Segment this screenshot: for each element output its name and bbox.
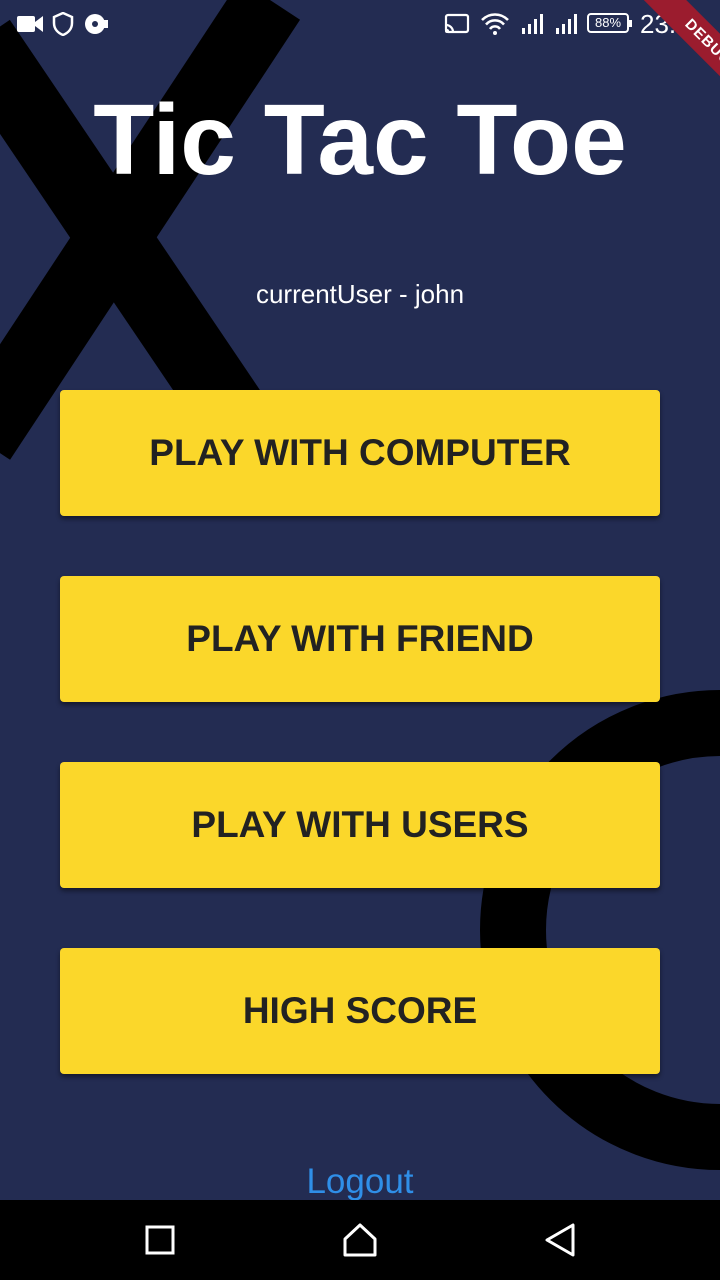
- back-triangle-icon[interactable]: [540, 1220, 580, 1260]
- page-title: Tic Tac Toe: [93, 84, 627, 196]
- high-score-button[interactable]: HIGH SCORE: [60, 948, 660, 1074]
- battery-icon: 88%: [587, 13, 632, 33]
- navigation-bar: [0, 1200, 720, 1280]
- play-with-computer-button[interactable]: PLAY WITH COMPUTER: [60, 390, 660, 516]
- recents-square-icon[interactable]: [140, 1220, 180, 1260]
- shield-icon: [52, 12, 74, 36]
- wifi-icon: [481, 13, 509, 35]
- cast-icon: [444, 13, 470, 34]
- status-bar: 88% 23:19: [0, 0, 720, 48]
- signal-icon: [522, 14, 543, 34]
- home-icon[interactable]: [340, 1220, 380, 1260]
- media-disc-icon: [85, 14, 108, 34]
- play-with-users-button[interactable]: PLAY WITH USERS: [60, 762, 660, 888]
- app-screen: 88% 23:19 DEBUG Tic Tac Toe currentUser …: [0, 0, 720, 1200]
- video-camera-icon: [17, 16, 43, 32]
- play-with-friend-button[interactable]: PLAY WITH FRIEND: [60, 576, 660, 702]
- signal-icon: [556, 14, 577, 34]
- current-user-label: currentUser - john: [255, 279, 465, 309]
- logout-link[interactable]: Logout: [0, 1162, 720, 1200]
